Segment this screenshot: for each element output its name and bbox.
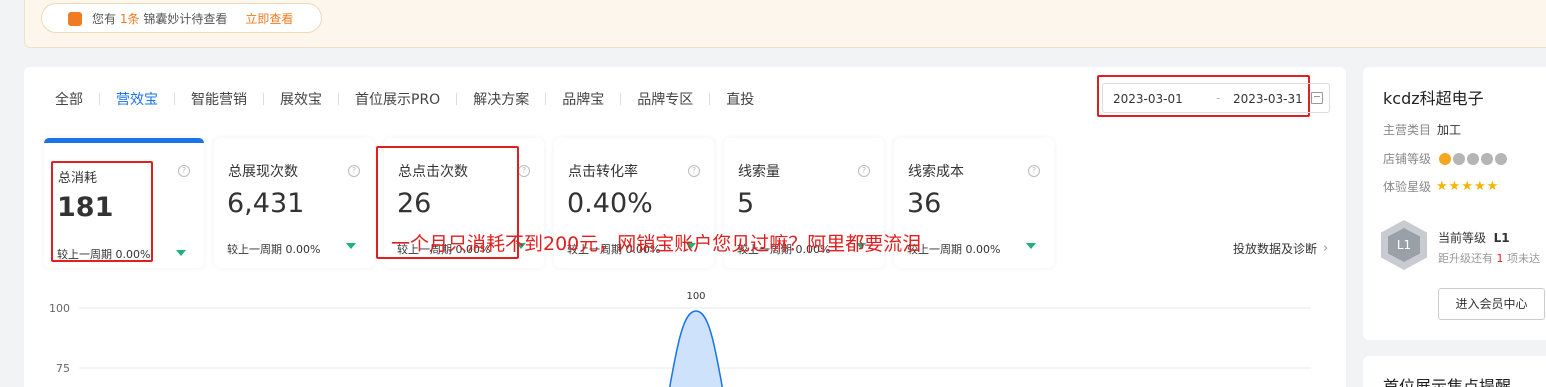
current-level: 当前等级 L1: [1438, 231, 1510, 245]
tab-label: 品牌专区: [637, 92, 694, 108]
tab-label: 营效宝: [116, 92, 158, 108]
trend-down-icon: [1026, 243, 1036, 249]
bag-icon: [68, 12, 82, 26]
tab-label: 展效宝: [280, 92, 322, 108]
help-icon[interactable]: ?: [348, 165, 360, 177]
date-range-picker[interactable]: 2023-03-01 - 2023-03-31: [1102, 83, 1330, 113]
metric-value: 181: [57, 192, 114, 223]
metric-compare: 较上一周期 0.00%: [227, 243, 321, 256]
metric-card[interactable]: 总消耗? 181 较上一周期 0.00%: [44, 138, 204, 268]
tab-4[interactable]: 首位展示PRO: [355, 89, 440, 109]
help-icon[interactable]: ?: [1028, 165, 1040, 177]
main-panel: 全部 营效宝 智能营销 展效宝 首位展示PRO 解决方案 品牌宝 品牌专区 直投 2023-03…: [24, 67, 1346, 387]
shop-name: kcdz科超电子: [1383, 89, 1484, 108]
main-category-row: 主营类目 加工: [1383, 123, 1462, 137]
tab-label: 解决方案: [473, 92, 530, 108]
tab-separator: [338, 93, 339, 105]
metric-value: 0.40%: [567, 188, 653, 219]
tab-separator: [99, 93, 100, 105]
tab-separator: [545, 93, 547, 105]
date-end[interactable]: 2023-03-31: [1233, 92, 1303, 106]
tab-label: 品牌宝: [562, 92, 605, 108]
metric-value: 5: [737, 188, 755, 219]
tab-label: 直投: [726, 92, 755, 108]
notice-text: 您有 1条 锦囊妙计待查看: [92, 11, 228, 26]
tab-separator: [620, 93, 622, 105]
product-tabs: 全部 营效宝 智能营销 展效宝 首位展示PRO 解决方案 品牌宝 品牌专区 直投: [55, 89, 754, 109]
focus-reminder-title: 首位展示焦点提醒: [1383, 377, 1512, 387]
date-separator: -: [1216, 91, 1221, 105]
metric-value: 26: [397, 188, 432, 219]
tab-separator: [263, 93, 264, 105]
metric-compare: 较上一周期 0.00%: [57, 248, 151, 261]
view-now-link[interactable]: 立即查看: [245, 10, 293, 27]
metric-label: 线索成本: [908, 164, 964, 180]
level-dot-icon: [1481, 152, 1494, 165]
star-icon: ★: [1486, 179, 1499, 194]
store-level-row: 店铺等级: [1383, 150, 1508, 167]
tab-separator: [456, 93, 458, 105]
star-icon: ★: [1448, 179, 1461, 194]
tab-6[interactable]: 品牌宝: [562, 89, 604, 109]
tab-separator: [709, 93, 711, 105]
upgrade-hint: 距升级还有 1 项未达: [1438, 252, 1540, 265]
metric-value: 6,431: [227, 188, 305, 219]
date-start[interactable]: 2023-03-01: [1113, 92, 1183, 106]
tab-7[interactable]: 品牌专区: [637, 89, 693, 109]
metric-label: 总展现次数: [228, 164, 298, 180]
focus-reminder-panel: 首位展示焦点提醒: [1363, 356, 1546, 387]
tab-1[interactable]: 营效宝: [116, 89, 158, 109]
help-icon[interactable]: ?: [688, 165, 700, 177]
tab-8[interactable]: 直投: [726, 89, 754, 109]
tab-separator: [174, 93, 175, 105]
chevron-right-icon[interactable]: ›: [1323, 241, 1328, 256]
area-series: [668, 310, 724, 387]
tab-label: 全部: [55, 92, 83, 108]
level-dot-icon: [1495, 152, 1508, 165]
experience-row: 体验星级 ★★★★★: [1383, 179, 1499, 194]
level-dot-icon: [1453, 152, 1466, 165]
tab-label: 智能营销: [191, 92, 247, 108]
trend-down-icon: [346, 243, 356, 249]
metric-label: 总点击次数: [398, 164, 468, 180]
help-icon[interactable]: ?: [178, 165, 190, 177]
level-dot-icon: [1467, 152, 1480, 165]
trend-chart: 100 75 100: [49, 291, 1311, 387]
tab-3[interactable]: 展效宝: [280, 89, 322, 109]
y-tick-100: 100: [49, 302, 70, 315]
annotation-text: 一个月只消耗不到200元，网销宝账户您见过嘛？阿里都要流泪: [391, 233, 922, 255]
star-icon: ★: [1473, 179, 1486, 194]
level-dot-icon: [1439, 152, 1452, 165]
star-icon: ★: [1461, 179, 1473, 194]
y-tick-75: 75: [56, 362, 70, 375]
metric-label: 点击转化率: [568, 164, 638, 180]
notice-banner: 您有 1条 锦囊妙计待查看 立即查看: [24, 0, 1546, 48]
metric-label: 总消耗: [58, 171, 98, 186]
star-icon: ★: [1436, 179, 1448, 194]
help-icon[interactable]: ?: [858, 165, 870, 177]
shop-info-panel: kcdz科超电子 主营类目 加工 店铺等级 体验星级 ★★★★★ L1 当前等级 …: [1363, 67, 1546, 340]
metric-label: 线索量: [738, 164, 780, 180]
metric-value: 36: [907, 188, 942, 219]
member-center-button[interactable]: 进入会员中心: [1438, 288, 1545, 320]
diagnose-link[interactable]: 投放数据及诊断: [1233, 240, 1317, 257]
tab-2[interactable]: 智能营销: [191, 89, 247, 109]
trend-down-icon: [176, 250, 186, 256]
tab-label: 首位展示PRO: [355, 92, 441, 108]
tab-5[interactable]: 解决方案: [473, 89, 529, 109]
help-icon[interactable]: ?: [518, 165, 530, 177]
calendar-icon[interactable]: [1311, 92, 1323, 104]
peak-label: 100: [686, 291, 705, 302]
metric-card[interactable]: 总展现次数? 6,431 较上一周期 0.00%: [214, 138, 374, 268]
notice-pill: 您有 1条 锦囊妙计待查看 立即查看: [41, 3, 322, 33]
tab-0[interactable]: 全部: [55, 89, 83, 109]
